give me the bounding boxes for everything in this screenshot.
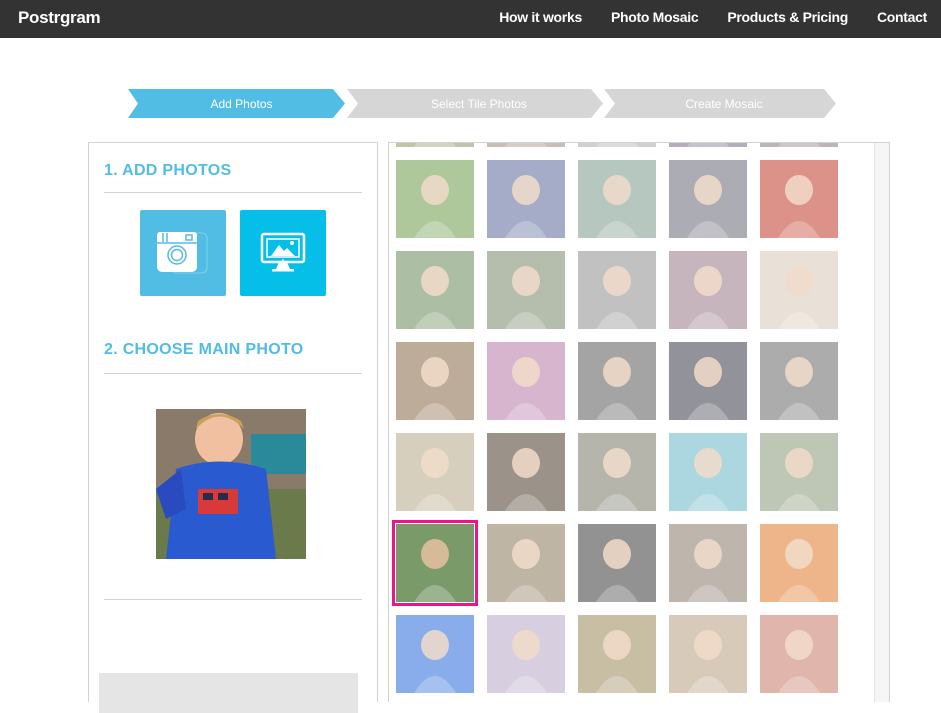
tile-photo[interactable] [487, 143, 565, 147]
computer-source-button[interactable] [240, 210, 326, 296]
tile-photo[interactable] [669, 615, 747, 693]
instagram-source-button[interactable] [140, 210, 226, 296]
tile-photos-panel [388, 142, 890, 702]
nav-products-pricing[interactable]: Products & Pricing [727, 9, 848, 25]
instagram-camera-icon [157, 232, 208, 274]
tile-photo[interactable] [487, 342, 565, 420]
vertical-scrollbar[interactable] [874, 143, 889, 702]
tile-photo[interactable] [669, 342, 747, 420]
divider [104, 599, 362, 600]
choose-main-photo-title: 2. CHOOSE MAIN PHOTO [104, 341, 304, 358]
tile-photo[interactable] [578, 251, 656, 329]
tile-photo[interactable] [760, 143, 838, 147]
tile-photo[interactable] [669, 433, 747, 511]
tile-photo[interactable] [487, 433, 565, 511]
nav-how-it-works[interactable]: How it works [499, 9, 582, 25]
tile-photo[interactable] [760, 160, 838, 238]
step-create-mosaic[interactable]: Create Mosaic [604, 89, 836, 118]
step-select-tile-photos[interactable]: Select Tile Photos [347, 89, 603, 118]
tile-photo[interactable] [578, 615, 656, 693]
left-panel: 1. ADD PHOTOS 2. CHOOSE MAIN PHOTO [88, 142, 378, 713]
divider [104, 192, 362, 193]
tile-photo[interactable] [396, 160, 474, 238]
tile-photo[interactable] [669, 143, 747, 147]
tile-photo-selected[interactable] [392, 520, 478, 606]
progress-steps: Add Photos Select Tile Photos Create Mos… [128, 89, 838, 118]
main-photo-image [156, 409, 306, 559]
continue-button[interactable] [99, 673, 358, 713]
tile-photo[interactable] [396, 433, 474, 511]
tile-photo[interactable] [578, 524, 656, 602]
main-nav: How it works Photo Mosaic Products & Pri… [499, 9, 927, 25]
top-navbar: Postrgram How it works Photo Mosaic Prod… [0, 0, 941, 38]
tile-photo[interactable] [578, 160, 656, 238]
tile-photo[interactable] [487, 524, 565, 602]
step-add-photos[interactable]: Add Photos [128, 89, 345, 118]
tile-photo[interactable] [760, 251, 838, 329]
tile-photo[interactable] [578, 342, 656, 420]
tile-photo[interactable] [578, 433, 656, 511]
tile-photo[interactable] [487, 251, 565, 329]
tile-photo[interactable] [669, 251, 747, 329]
nav-contact[interactable]: Contact [877, 9, 927, 25]
tile-photo[interactable] [487, 615, 565, 693]
main-photo[interactable] [156, 409, 306, 559]
add-photos-title: 1. ADD PHOTOS [104, 162, 232, 179]
tile-photo[interactable] [669, 160, 747, 238]
tile-photo[interactable] [396, 615, 474, 693]
desktop-image-icon [260, 232, 306, 272]
tile-photo[interactable] [669, 524, 747, 602]
tile-photo[interactable] [760, 524, 838, 602]
tile-photo[interactable] [760, 342, 838, 420]
tile-photo[interactable] [760, 433, 838, 511]
brand-logo[interactable]: Postrgram [18, 8, 101, 28]
nav-photo-mosaic[interactable]: Photo Mosaic [611, 9, 699, 25]
tile-photo[interactable] [578, 143, 656, 147]
divider [104, 373, 362, 374]
tile-photo[interactable] [396, 342, 474, 420]
tile-photo[interactable] [487, 160, 565, 238]
tile-photo[interactable] [396, 143, 474, 147]
tile-photo[interactable] [396, 251, 474, 329]
tile-photo[interactable] [760, 615, 838, 693]
